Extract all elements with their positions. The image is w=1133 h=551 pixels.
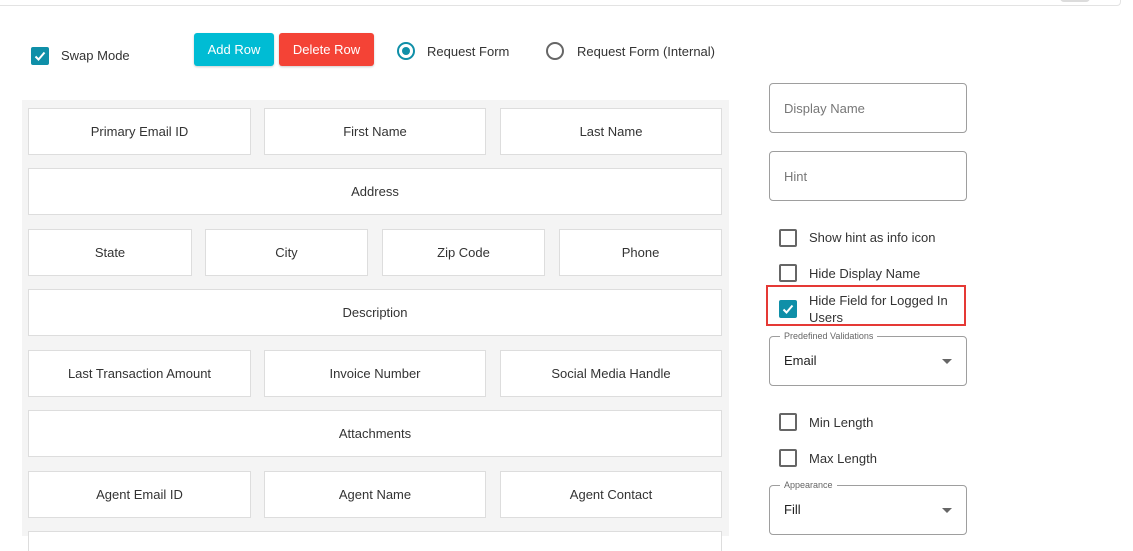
field-state[interactable]: State [28,229,192,276]
field-agent-contact[interactable]: Agent Contact [500,471,722,518]
predefined-validations-legend: Predefined Validations [780,330,878,342]
field-agent-email-id[interactable]: Agent Email ID [28,471,251,518]
field-social-media-handle[interactable]: Social Media Handle [500,350,722,397]
min-length-label: Min Length [809,415,874,430]
field-last-name[interactable]: Last Name [500,108,722,155]
field-row-partial[interactable] [28,531,722,551]
caret-down-icon [942,508,952,513]
hint-input[interactable] [784,152,954,200]
checkmark-icon [34,51,46,61]
top-bar-icon [1060,0,1090,2]
show-hint-info-icon-checkbox[interactable] [779,229,797,247]
field-last-transaction-amount[interactable]: Last Transaction Amount [28,350,251,397]
swap-mode-checkbox[interactable] [31,47,49,65]
field-city[interactable]: City [205,229,368,276]
display-name-input[interactable] [784,84,954,132]
hint-field[interactable] [769,151,967,201]
hide-display-name-checkbox[interactable] [779,264,797,282]
swap-mode-label: Swap Mode [61,48,130,63]
display-name-field[interactable] [769,83,967,133]
field-agent-name[interactable]: Agent Name [264,471,486,518]
delete-row-button[interactable]: Delete Row [279,33,374,66]
appearance-value: Fill [784,502,801,517]
request-form-internal-radio[interactable] [546,42,564,60]
appearance-legend: Appearance [780,479,837,491]
field-zip-code[interactable]: Zip Code [382,229,545,276]
max-length-checkbox[interactable] [779,449,797,467]
hide-field-logged-in-label-line2: Users [809,310,843,325]
min-length-checkbox[interactable] [779,413,797,431]
predefined-validations-value: Email [784,353,817,368]
checkmark-icon [782,304,794,314]
field-description[interactable]: Description [28,289,722,336]
appearance-select[interactable]: Appearance Fill [769,479,967,535]
predefined-validations-select[interactable]: Predefined Validations Email [769,330,967,386]
hide-field-logged-in-label-line1: Hide Field for Logged In [809,293,948,308]
top-bar-edge [0,0,1121,6]
caret-down-icon [942,359,952,364]
field-invoice-number[interactable]: Invoice Number [264,350,486,397]
hide-display-name-label: Hide Display Name [809,266,921,281]
field-address[interactable]: Address [28,168,722,215]
hide-field-logged-in-checkbox[interactable] [779,300,797,318]
show-hint-info-icon-label: Show hint as info icon [809,230,936,245]
add-row-button[interactable]: Add Row [194,33,274,66]
request-form-radio[interactable] [397,42,415,60]
field-attachments[interactable]: Attachments [28,410,722,457]
form-builder-canvas: Primary Email ID First Name Last Name Ad… [22,100,729,551]
request-form-internal-label: Request Form (Internal) [577,44,715,59]
field-primary-email-id[interactable]: Primary Email ID [28,108,251,155]
request-form-label: Request Form [427,44,510,59]
field-phone[interactable]: Phone [559,229,722,276]
field-first-name[interactable]: First Name [264,108,486,155]
max-length-label: Max Length [809,451,877,466]
